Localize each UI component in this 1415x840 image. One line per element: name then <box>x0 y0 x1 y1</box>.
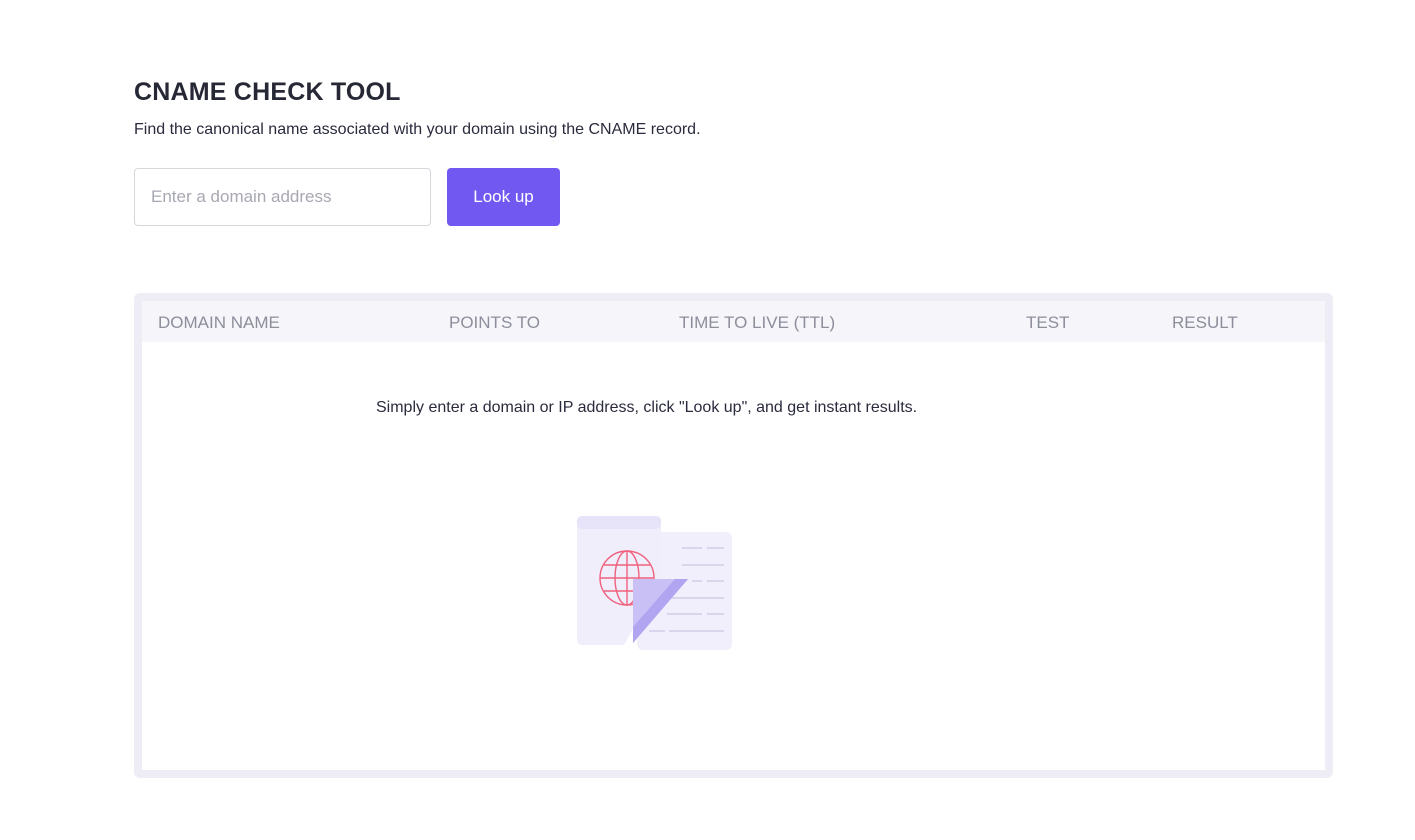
page-subtitle: Find the canonical name associated with … <box>134 121 701 138</box>
column-header-ttl: TIME TO LIVE (TTL) <box>679 313 836 332</box>
table-header: DOMAIN NAME POINTS TO TIME TO LIVE (TTL)… <box>142 301 1325 342</box>
column-header-test: TEST <box>1026 313 1070 332</box>
results-table: DOMAIN NAME POINTS TO TIME TO LIVE (TTL)… <box>142 301 1325 770</box>
lookup-button[interactable]: Look up <box>447 168 560 226</box>
column-header-points-to: POINTS TO <box>449 313 541 332</box>
column-header-result: RESULT <box>1172 313 1238 332</box>
empty-state-message: Simply enter a domain or IP address, cli… <box>376 399 918 416</box>
domain-search-input[interactable] <box>134 168 431 226</box>
globe-document-icon <box>577 516 732 650</box>
page-title: CNAME CHECK TOOL <box>134 78 401 106</box>
column-header-domain-name: DOMAIN NAME <box>158 313 280 332</box>
cname-check-page: CNAME CHECK TOOL Find the canonical name… <box>0 0 1415 840</box>
results-panel: DOMAIN NAME POINTS TO TIME TO LIVE (TTL)… <box>134 293 1333 778</box>
